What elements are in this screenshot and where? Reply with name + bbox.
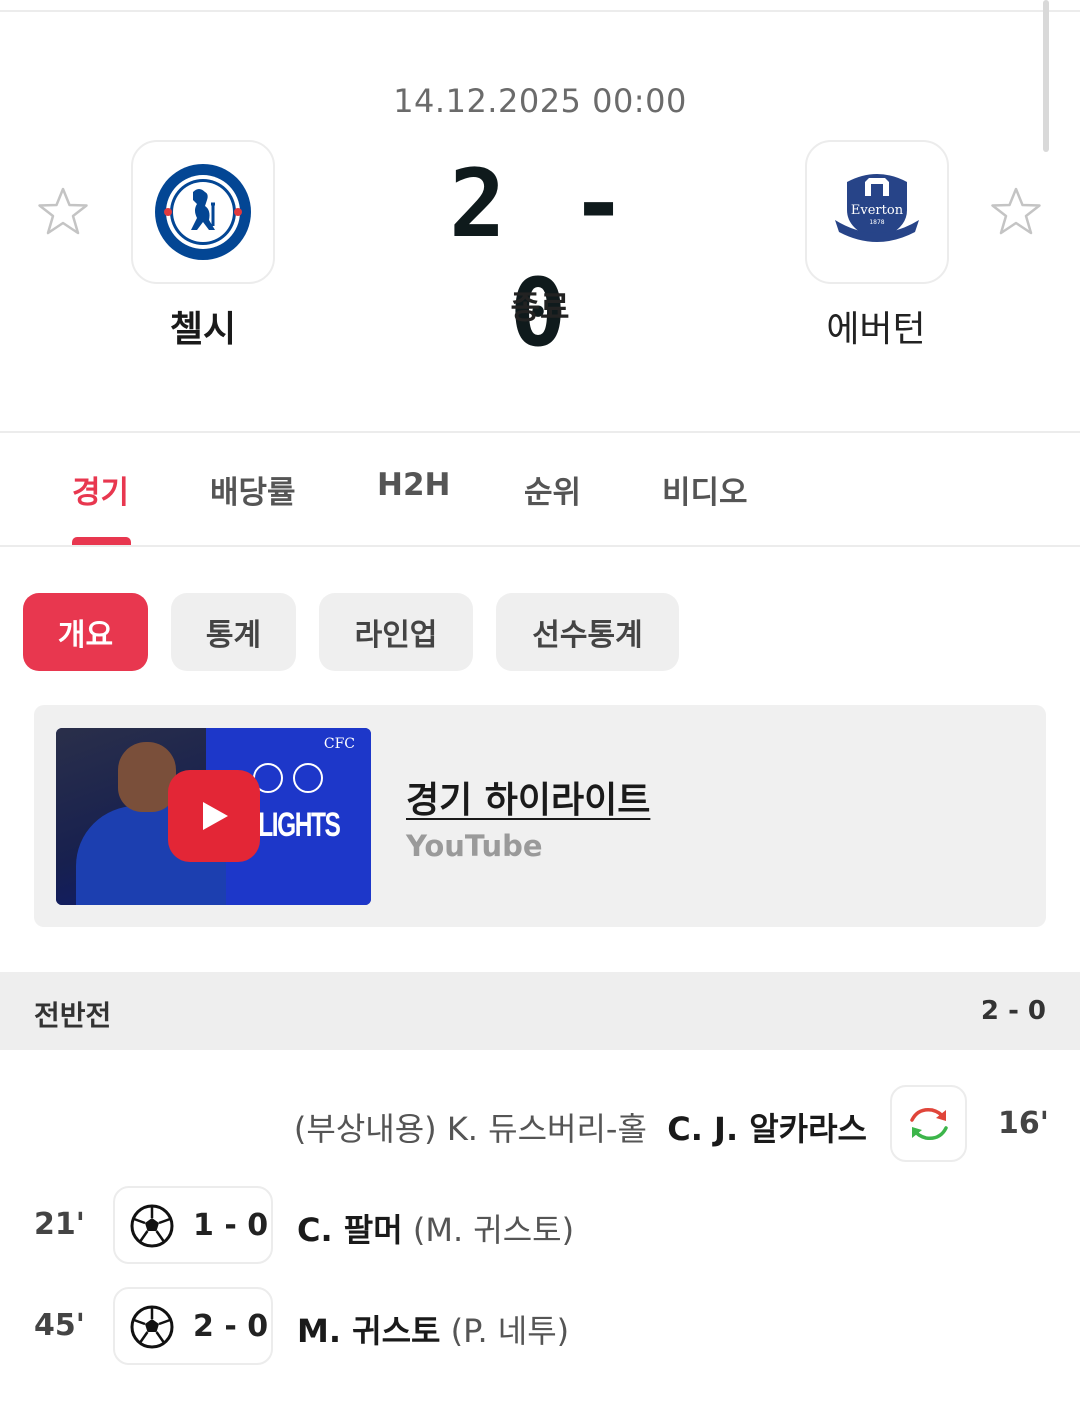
away-team-crest[interactable]: Everton 1878 [805,140,949,284]
home-team-crest[interactable] [131,140,275,284]
goal-running-score: 2 - 0 [193,1309,269,1344]
goal-score-box: 1 - 0 [113,1186,273,1264]
match-status: 종료 [510,288,570,326]
play-icon [203,802,228,830]
goal-score-box: 2 - 0 [113,1287,273,1365]
half-score: 2 - 0 [980,996,1046,1026]
chelsea-crest-icon [155,164,251,260]
half-label: 전반전 [34,999,112,1032]
goal-scorer[interactable]: C. 팔머 [297,1211,403,1249]
home-team-name[interactable]: 첼시 [53,300,353,352]
soccer-ball-icon [130,1204,174,1248]
highlight-video-card[interactable]: CFC HLIGHTS 경기 하이라이트 YouTube [34,705,1046,927]
substitution-icon [909,1107,948,1140]
tab-video[interactable]: 비디오 [662,467,748,512]
goal-scorer[interactable]: M. 귀스토 [297,1312,440,1350]
play-button[interactable] [168,770,260,862]
scrollbar[interactable] [1043,0,1049,152]
substitution-event-box [890,1085,967,1162]
event-minute: 45' [34,1308,85,1343]
chip-overview[interactable]: 개요 [23,593,148,671]
chip-player-stats[interactable]: 선수통계 [496,593,679,671]
top-border [0,10,1080,12]
substitution-detail: (부상내용) K. 듀스버리-홀 [293,1110,647,1148]
video-source: YouTube [406,829,543,863]
goal-running-score: 1 - 0 [193,1208,269,1243]
goal-event: C. 팔머 (M. 귀스토) [297,1205,574,1251]
substitution-player-in[interactable]: C. J. 알카라스 [667,1110,867,1148]
video-title-link[interactable]: 경기 하이라이트 [406,771,650,823]
match-score: 2 - 0 [449,150,631,368]
goal-assist[interactable]: (M. 귀스토) [413,1211,574,1249]
everton-crest-icon: Everton 1878 [835,174,919,242]
video-thumbnail[interactable]: CFC HLIGHTS [56,728,371,905]
event-minute: 16' [998,1106,1049,1141]
tab-h2h[interactable]: H2H [377,467,450,503]
first-half-header: 전반전 2 - 0 [0,972,1080,1050]
chip-stats[interactable]: 통계 [171,593,296,671]
svg-text:Everton: Everton [851,203,904,218]
tab-standings[interactable]: 순위 [524,467,581,512]
chip-lineup[interactable]: 라인업 [319,593,473,671]
tab-match[interactable]: 경기 [72,467,129,512]
tabs-divider [0,545,1080,547]
thumbnail-brand: CFC [323,736,355,752]
goal-assist[interactable]: (P. 네투) [451,1312,570,1350]
tab-odds[interactable]: 배당률 [210,467,296,512]
event-minute: 21' [34,1207,85,1242]
goal-event: M. 귀스토 (P. 네투) [297,1306,569,1352]
match-datetime: 14.12.2025 00:00 [393,82,687,120]
svg-text:1878: 1878 [869,219,884,226]
thumbnail-crests-icon [253,763,323,793]
favorite-away-star-icon[interactable] [989,185,1043,239]
substitution-event: (부상내용) K. 듀스버리-홀 C. J. 알카라스 [294,1104,867,1150]
header-divider [0,431,1080,433]
soccer-ball-icon [130,1305,174,1349]
favorite-home-star-icon[interactable] [36,185,90,239]
away-team-name[interactable]: 에버턴 [726,300,1026,352]
